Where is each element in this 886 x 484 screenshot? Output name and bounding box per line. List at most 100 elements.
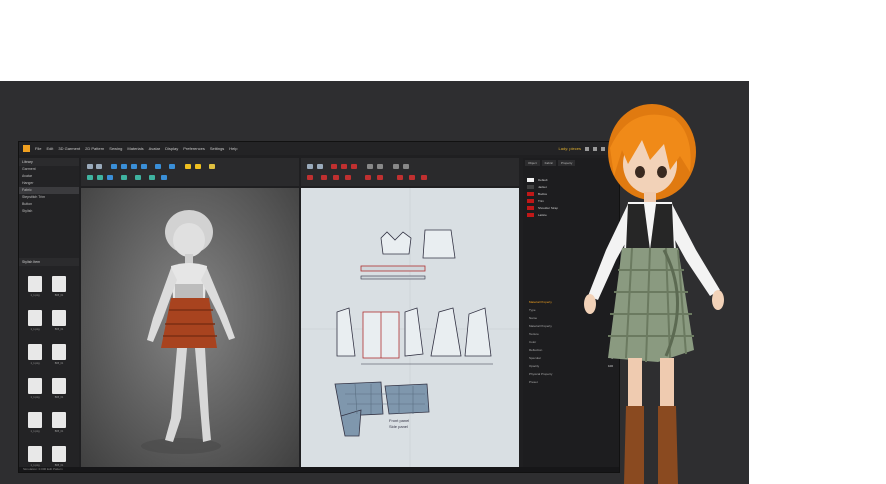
zipper-tool-icon[interactable] [121, 175, 127, 180]
thumbnail-item[interactable] [28, 378, 42, 394]
thumbnail-label: B65_01 [54, 328, 64, 331]
grading-icon[interactable] [377, 175, 383, 180]
seam-icon[interactable] [321, 175, 327, 180]
simulate-tool-icon[interactable] [185, 164, 191, 169]
thumbnail-item[interactable] [52, 412, 66, 428]
property-label: Physical Property [529, 372, 553, 376]
library-title: Library [19, 158, 79, 166]
library-item-button[interactable]: Button [19, 201, 79, 208]
tack-tool-icon[interactable] [131, 164, 137, 169]
symmetry-icon[interactable] [397, 175, 403, 180]
button-tool-icon[interactable] [107, 175, 113, 180]
menu-preferences[interactable]: Preferences [183, 146, 205, 151]
toolbar-2d [301, 158, 519, 186]
topstitch-tool-icon[interactable] [149, 175, 155, 180]
dart-icon[interactable] [377, 164, 383, 169]
library-item-stylish[interactable]: Stylish [19, 208, 79, 215]
move-tool-icon[interactable] [96, 164, 102, 169]
free-sewing-icon[interactable] [403, 164, 409, 169]
fabric-name: Trim [538, 198, 544, 203]
character-render [584, 104, 724, 484]
menu-settings[interactable]: Settings [210, 146, 224, 151]
polygon-icon[interactable] [331, 164, 337, 169]
menu-sewing[interactable]: Sewing [109, 146, 122, 151]
menu-3d-garment[interactable]: 3D Garment [58, 146, 80, 151]
menu-edit[interactable]: Edit [46, 146, 53, 151]
library-item-avatar[interactable]: Avatar [19, 173, 79, 180]
toolbar-3d [81, 158, 299, 186]
trim-tool-icon[interactable] [97, 175, 103, 180]
library-item-hanger[interactable]: Hanger [19, 180, 79, 187]
thumbnail-item[interactable] [52, 378, 66, 394]
thumbnail-label: B65_01 [54, 396, 64, 399]
fabric-name: Shoulder Strap [538, 205, 559, 210]
transform-pattern-icon[interactable] [307, 164, 313, 169]
property-label: Opacity [529, 364, 540, 368]
property-label: Material Property [529, 324, 552, 328]
fabric-name: Jacket [538, 184, 547, 189]
internal-line-icon[interactable] [367, 164, 373, 169]
menu-avatar[interactable]: Avatar [149, 146, 161, 151]
rectangle-icon[interactable] [341, 164, 347, 169]
tab-object[interactable]: Object [525, 160, 540, 166]
library-item-fabric[interactable]: Fabric [19, 187, 79, 194]
library-item-garment[interactable]: Garment [19, 166, 79, 173]
render-tool-icon[interactable] [195, 164, 201, 169]
light-tool-icon[interactable] [209, 164, 215, 169]
edit-sewing-icon[interactable] [307, 175, 313, 180]
measure-tool-icon[interactable] [155, 164, 161, 169]
thumbs-title: Stylish Item [19, 258, 79, 266]
app-logo-icon [23, 145, 30, 152]
fabric-swatch [527, 198, 534, 203]
thumbnail-item[interactable] [28, 276, 42, 292]
select-tool-icon[interactable] [87, 164, 93, 169]
thumbnail-item[interactable] [28, 446, 42, 462]
segment-sewing-icon[interactable] [393, 164, 399, 169]
fold-arrangement-icon[interactable] [365, 175, 371, 180]
viewport-3d[interactable] [81, 188, 299, 470]
circle-icon[interactable] [351, 164, 357, 169]
thumbnail-item[interactable] [28, 310, 42, 326]
menu-help[interactable]: Help [229, 146, 237, 151]
avatar-tool-icon[interactable] [169, 164, 175, 169]
thumbnail-label: B65_01 [54, 430, 64, 433]
fabric-name: Bodice [538, 191, 548, 196]
property-label: Reflection [529, 348, 543, 352]
menu-2d-pattern[interactable]: 2D Pattern [85, 146, 104, 151]
menu-materials[interactable]: Materials [127, 146, 143, 151]
thumbnail-label: 1_1.png [30, 362, 40, 365]
thumbnail-item[interactable] [52, 446, 66, 462]
menu-display[interactable]: Display [165, 146, 178, 151]
thumbnail-label: B65_01 [54, 362, 64, 365]
texture-tool-icon[interactable] [87, 175, 93, 180]
menu-file[interactable]: File [35, 146, 41, 151]
pleat-icon[interactable] [345, 175, 351, 180]
fabric-swatch [527, 177, 534, 182]
property-label: Texture [529, 332, 539, 336]
pattern-label-2: Side panel [389, 424, 408, 429]
thumbnail-item[interactable] [28, 412, 42, 428]
pin-tool-icon[interactable] [121, 164, 127, 169]
trace-icon[interactable] [409, 175, 415, 180]
viewport-2d-pattern[interactable]: Front panel Side panel [301, 188, 519, 470]
thumbnail-item[interactable] [52, 310, 66, 326]
arrange-tool-icon[interactable] [141, 164, 147, 169]
avatar-3d-figure [141, 210, 235, 454]
edit-pattern-icon[interactable] [317, 164, 323, 169]
puckering-tool-icon[interactable] [161, 175, 167, 180]
fabric-swatch [527, 191, 534, 196]
thumbnail-item[interactable] [52, 344, 66, 360]
property-label: Name [529, 316, 538, 320]
tab-fabric[interactable]: Fabric [541, 160, 557, 166]
library-item-stepstitch[interactable]: Stepstitch Trim [19, 194, 79, 201]
graphic-tool-icon[interactable] [135, 175, 141, 180]
app-window: File Edit 3D Garment 2D Pattern Sewing M… [18, 141, 620, 473]
thumbnail-item[interactable] [52, 276, 66, 292]
fold-tool-icon[interactable] [111, 164, 117, 169]
notch-icon[interactable] [333, 175, 339, 180]
annotation-icon[interactable] [421, 175, 427, 180]
thumbnail-label: 1_1.png [30, 430, 40, 433]
property-label: Specular [529, 356, 541, 360]
menu-bar: File Edit 3D Garment 2D Pattern Sewing M… [19, 142, 619, 155]
thumbnail-item[interactable] [28, 344, 42, 360]
